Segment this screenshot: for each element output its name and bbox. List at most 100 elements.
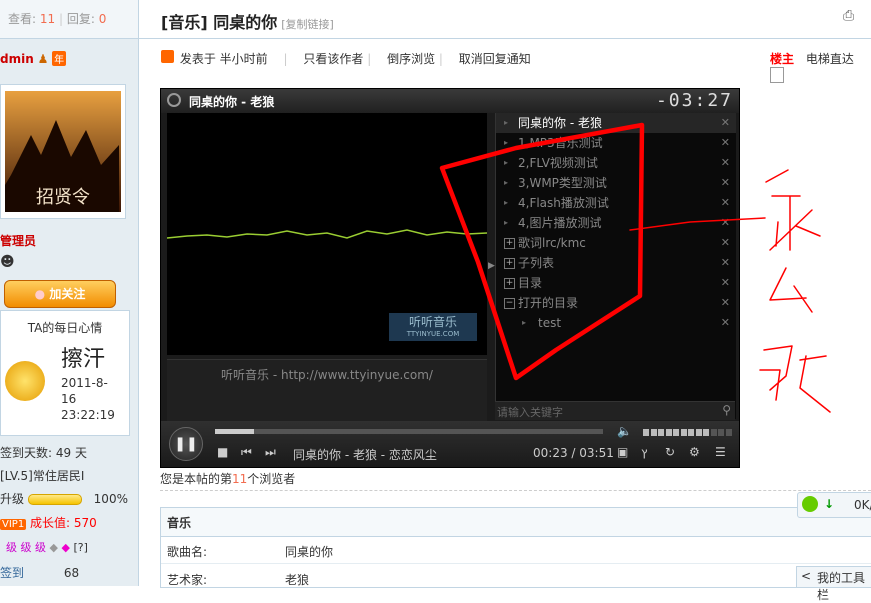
stats-bar: 查看: 11 | 回复: 0 [0,0,138,39]
checkin-value: 68 [63,566,80,580]
upgrade-percent: 100% [93,492,128,506]
reverse-order-link[interactable]: 倒序浏览 [387,52,435,66]
playlist-item[interactable]: ▸ 3,WMP类型测试 ✕ [496,173,736,193]
toolbar-tab[interactable]: < 我的工具栏 [796,566,871,602]
speed-widget[interactable]: ↓ 0K/ [797,492,871,518]
print-icon[interactable]: ⎙ [843,8,854,24]
expand-icon[interactable]: + [504,253,515,273]
volume-segment [643,429,649,436]
playlist-item[interactable]: ▸ 同桌的你 - 老狼 ✕ [496,113,736,133]
visualizer: 听听音乐 TTYINYUE.COM [166,113,488,355]
volume-segment [650,429,657,436]
viewer-suffix: 个浏览者 [247,472,296,486]
username-link[interactable]: dmin [0,52,34,66]
remove-icon[interactable]: ✕ [721,293,730,313]
previous-icon[interactable]: ⏮ [241,445,252,460]
cancel-notify-link[interactable]: 取消回复通知 [459,52,531,66]
progress-bar[interactable] [215,429,603,434]
collapse-icon[interactable]: − [504,293,515,313]
playlist-item-label: 2,FLV视频测试 [518,156,598,170]
volume-segment [718,429,724,436]
avatar[interactable]: 招贤令 [0,84,126,219]
growth-value: 成长值: 570 [30,516,97,530]
remove-icon[interactable]: ✕ [721,273,730,293]
stop-icon[interactable]: ■ [217,445,228,459]
expand-icon[interactable]: + [504,273,515,293]
watermark-text: 听听音乐 [408,315,457,329]
volume-slider[interactable] [643,421,733,441]
music-info-header: 音乐 [161,508,871,537]
progress-fill [215,429,254,434]
remove-icon[interactable]: ✕ [721,193,730,213]
floor-bar: 楼主 电梯直达 [770,50,871,83]
artist-label: 艺术家: [167,573,208,587]
playlist-search[interactable]: 请输入关键字 ⚲ [495,401,735,420]
playlist-item[interactable]: + 歌词lrc/kmc ✕ [496,233,736,253]
copy-link[interactable]: [复制链接] [281,18,334,31]
remove-icon[interactable]: ✕ [721,313,730,333]
volume-segment [658,429,664,436]
fullscreen-icon[interactable]: ▣ [617,445,628,459]
sign-days: 签到天数: 49 天 [0,446,87,460]
settings-icon[interactable]: ⚙ [689,445,700,459]
upgrade-label: 升级 [0,492,25,506]
remove-icon[interactable]: ✕ [721,253,730,273]
collapse-handle[interactable]: ▶ [488,261,495,273]
avatar-caption: 招贤令 [36,187,90,208]
grade-help-link[interactable]: [?] [73,541,87,554]
track-arrow-icon: ▸ [504,218,509,227]
remove-icon[interactable]: ✕ [721,213,730,233]
remove-icon[interactable]: ✕ [721,133,730,153]
checkin-row: 签到 68 [0,564,79,581]
playlist-item[interactable]: + 目录 ✕ [496,273,736,293]
mood-date: 2011-8-16 [61,376,108,406]
playlist-icon[interactable]: ☰ [715,445,726,459]
track-arrow-icon: ▸ [504,118,509,127]
level-label: [LV.5]常住居民I [0,469,85,483]
playlist-item[interactable]: ▸ test ✕ [496,313,736,333]
pause-button[interactable]: ❚❚ [169,427,203,461]
checkin-label[interactable]: 签到 [0,566,24,580]
search-input[interactable]: 请输入关键字 [497,404,563,420]
jump-label: 电梯直达 [805,52,854,66]
player-logo-icon [167,93,181,107]
jump-input[interactable] [770,67,784,83]
playlist-item[interactable]: ▸ 4,Flash播放测试 ✕ [496,193,736,213]
grade-row: 级 级 级 ◆ ◆ [?] [6,539,88,555]
playlist-item-label: 打开的目录 [518,296,579,310]
repeat-icon[interactable]: ↻ [665,445,675,459]
player-title: 同桌的你 - 老狼 [189,95,275,109]
playlist-item-label: 子列表 [518,256,555,270]
remove-icon[interactable]: ✕ [721,153,730,173]
viewer-count: 11 [232,472,248,486]
playlist-item[interactable]: ▸ 2,FLV视频测试 ✕ [496,153,736,173]
remove-icon[interactable]: ✕ [721,173,730,193]
next-icon[interactable]: ⏭ [265,445,276,460]
watermark: 听听音乐 TTYINYUE.COM [389,313,477,341]
follow-button[interactable]: ● 加关注 [4,280,116,308]
stats-text: 查看: 11 | 回复: 0 [8,10,106,27]
author-only-link[interactable]: 只看该作者 [303,52,363,66]
toolbar-label: 我的工具栏 [817,571,866,602]
mode-icon[interactable]: ץ [641,445,647,459]
user-icon [161,50,174,63]
volume-segment [695,429,702,436]
playlist-item[interactable]: + 子列表 ✕ [496,253,736,273]
expand-icon[interactable]: + [504,233,515,253]
pause-icon: ❚❚ [174,436,198,452]
playlist-item-label: test [538,316,562,330]
remove-icon[interactable]: ✕ [721,233,730,253]
annotation-char-3 [759,345,831,413]
volume-icon[interactable]: 🔈 [617,424,632,438]
playlist-item-label: 歌词lrc/kmc [518,236,586,250]
playlist-item[interactable]: ▸ 4,图片播放测试 ✕ [496,213,736,233]
diamond-icon: ◆ [49,541,58,554]
remove-icon[interactable]: ✕ [721,113,730,133]
playlist: ▸ 同桌的你 - 老狼 ✕ ▸ 1,MP3音乐测试 ✕ ▸ 2,FLV视频测试 ✕ ▸ 3,WMP类… [495,113,736,419]
pig-icon: ● [34,287,46,301]
playlist-item[interactable]: ▸ 1,MP3音乐测试 ✕ [496,133,736,153]
avatar-image: 招贤令 [5,91,121,212]
search-icon[interactable]: ⚲ [722,403,731,417]
music-heading: 音乐 [167,516,192,530]
playlist-item[interactable]: − 打开的目录 ✕ [496,293,736,313]
